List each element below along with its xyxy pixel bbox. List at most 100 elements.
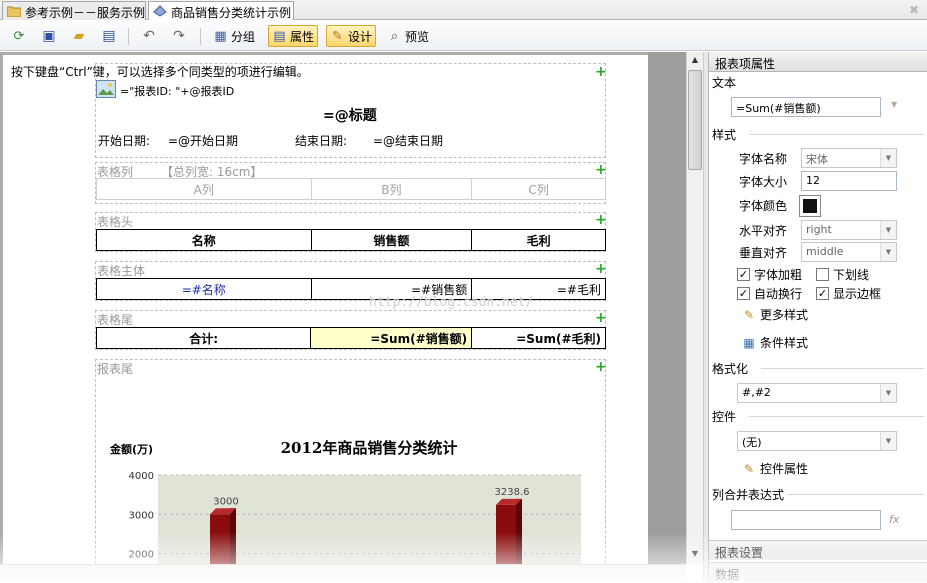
property-label: 属性 [290, 29, 315, 44]
column-a[interactable]: A列 [96, 178, 312, 200]
text-value-input[interactable]: =Sum(#销售额) [731, 97, 881, 117]
format-value: #,#2 [742, 386, 771, 399]
footer-section-label: 表格尾 [97, 313, 134, 327]
border-checkbox[interactable]: ✓ 显示边框 [816, 285, 881, 302]
valign-label: 垂直对齐 [739, 246, 788, 260]
end-date-field[interactable]: =@结束日期 [373, 132, 443, 149]
design-button[interactable]: ✎ 设计 [326, 25, 377, 47]
valign-value: middle [806, 245, 844, 258]
scroll-thumb[interactable] [688, 70, 702, 170]
report-title-field[interactable]: =@标题 [323, 105, 377, 125]
add-icon[interactable]: + [595, 311, 607, 325]
underline-checkbox[interactable]: 下划线 [816, 266, 869, 283]
add-icon[interactable]: + [595, 262, 607, 276]
toolbar-separator [200, 28, 201, 45]
style-brush-icon: ✎ [743, 307, 755, 322]
valign-select[interactable]: middle ▼ [801, 242, 897, 262]
font-color-picker[interactable] [799, 195, 821, 217]
cond-style-label: 条件样式 [760, 336, 809, 350]
more-style-link[interactable]: ✎ 更多样式 [741, 306, 808, 323]
close-icon[interactable]: ✖ [909, 3, 919, 17]
add-icon[interactable]: + [595, 213, 607, 227]
y-tick-label: 2000 [129, 550, 154, 561]
scroll-up-icon[interactable]: ▲ [687, 52, 703, 68]
end-date-label: 结束日期: [295, 134, 348, 148]
y-axis-label: 金额(万) [109, 442, 153, 456]
group-divider [761, 368, 924, 369]
column-b[interactable]: B列 [310, 178, 473, 200]
save-as-icon: ▤ [102, 28, 116, 44]
report-settings-header[interactable]: 报表设置 [709, 540, 927, 560]
add-icon[interactable]: + [595, 65, 607, 79]
horizontal-scrollbar[interactable] [0, 564, 686, 582]
bold-checkbox[interactable]: ✓ 字体加粗 [737, 266, 802, 283]
folder-icon [7, 6, 21, 17]
report-footer-label: 报表尾 [97, 362, 134, 376]
font-size-label: 字体大小 [739, 175, 788, 189]
undo-button[interactable]: ↶ [138, 25, 160, 47]
group-button[interactable]: ▦ 分组 [210, 25, 258, 47]
preview-button[interactable]: ⌕ 预览 [384, 25, 432, 47]
report-id-field[interactable]: ="报表ID: "+@报表ID [120, 83, 234, 99]
column-c[interactable]: C列 [471, 178, 606, 200]
font-size-input[interactable]: 12 [801, 171, 897, 191]
panel-title: 报表项属性 [709, 52, 927, 72]
toolbar-separator [128, 28, 129, 45]
header-cell-name[interactable]: 名称 [96, 229, 312, 251]
save-button[interactable]: ▣ [38, 25, 60, 47]
font-name-select[interactable]: 宋体 ▼ [801, 148, 897, 168]
format-select[interactable]: #,#2 ▼ [737, 383, 897, 403]
halign-label: 水平对齐 [739, 224, 788, 238]
halign-select[interactable]: right ▼ [801, 220, 897, 240]
footer-cell-profit[interactable]: =Sum(#毛利) [471, 327, 606, 349]
design-canvas[interactable]: 按下键盘“Ctrl”键，可以选择多个同类型的项进行编辑。 + ="报表ID: "… [0, 52, 686, 582]
start-date-label: 开始日期: [98, 134, 151, 148]
vertical-scrollbar[interactable]: ▲ ▼ [686, 52, 703, 564]
refresh-button[interactable]: ⟳ [8, 25, 30, 47]
preview-icon: ⌕ [390, 28, 399, 44]
halign-value: right [806, 223, 832, 236]
group-divider [749, 134, 924, 135]
group-label: 分组 [231, 29, 256, 44]
header-cell-profit[interactable]: 毛利 [471, 229, 606, 251]
wrap-label: 自动换行 [754, 287, 803, 301]
more-style-label: 更多样式 [760, 308, 809, 322]
redo-icon: ↷ [173, 28, 185, 44]
property-panel: 报表项属性 文本 =Sum(#销售额) ▼ 样式 字体名称 宋体 ▼ 字体大小 1… [708, 52, 927, 582]
control-group-label: 控件 [712, 410, 737, 424]
save-as-button[interactable]: ▤ [98, 25, 120, 47]
sales-chart[interactable]: 2012年商品销售分类统计金额(万)4000300020001000300067… [96, 377, 606, 582]
function-icon[interactable]: fx [889, 513, 899, 526]
property-button[interactable]: ▤ 属性 [268, 25, 319, 47]
body-cell-name[interactable]: =#名称 [96, 278, 312, 300]
tab-sales-report[interactable]: 商品销售分类统计示例 [148, 1, 294, 20]
redo-button[interactable]: ↷ [168, 25, 190, 47]
scroll-down-icon[interactable]: ▼ [687, 546, 703, 562]
table-row: 合计: =Sum(#销售额) =Sum(#毛利) [95, 327, 606, 349]
control-select[interactable]: (无) ▼ [737, 431, 897, 451]
dropdown-arrow-icon[interactable]: ▼ [891, 100, 897, 109]
header-cell-sales[interactable]: 销售额 [310, 229, 473, 251]
footer-cell-total[interactable]: 合计: [95, 327, 312, 349]
font-name-value: 宋体 [806, 153, 828, 166]
condition-grid-icon: ▦ [743, 335, 755, 350]
start-date-field[interactable]: =@开始日期 [168, 132, 238, 149]
add-icon[interactable]: + [595, 360, 607, 374]
add-icon[interactable]: + [595, 163, 607, 177]
footer-cell-sales[interactable]: =Sum(#销售额) [310, 327, 473, 349]
merge-expression-input[interactable] [731, 510, 881, 530]
body-section-label: 表格主体 [97, 264, 146, 278]
designer-toolbar: ⟳ ▣ ▰ ▤ ↶ ↷ ▦ 分组 ▤ 属性 ✎ 设计 ⌕ 预览 [0, 21, 927, 51]
checkbox-empty-icon [816, 268, 829, 281]
open-button[interactable]: ▰ [68, 25, 90, 47]
document-tab-bar: 参考示例－－服务示例 商品销售分类统计示例 ✖ [0, 0, 927, 20]
data-section-header[interactable]: 数据 [709, 562, 927, 582]
table-row: A列 B列 C列 [96, 178, 606, 200]
wrap-checkbox[interactable]: ✓ 自动换行 [737, 285, 802, 302]
control-props-link[interactable]: ✎ 控件属性 [741, 460, 808, 477]
canvas-margin [648, 52, 686, 582]
conditional-style-link[interactable]: ▦ 条件样式 [741, 334, 808, 351]
report-icon [153, 5, 167, 17]
tab-reference-example[interactable]: 参考示例－－服务示例 [2, 1, 146, 20]
header-table: 名称 销售额 毛利 [96, 229, 606, 251]
